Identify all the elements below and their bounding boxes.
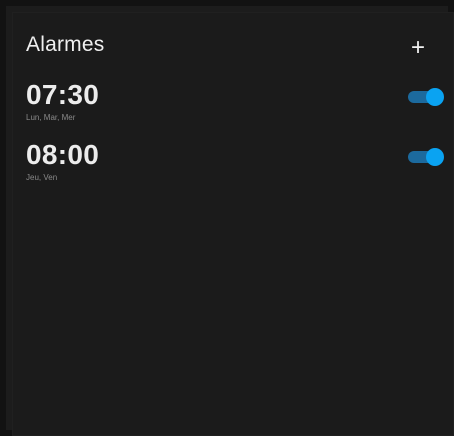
- plus-icon: +: [410, 34, 425, 61]
- alarms-panel: Alarmes + 07:30 Lun, Mar, Mer 08:00 Jeu,…: [12, 12, 454, 436]
- alarm-toggle[interactable]: [408, 148, 444, 166]
- add-alarm-button[interactable]: +: [406, 36, 430, 60]
- alarm-time: 08:00: [26, 139, 100, 170]
- alarm-toggle[interactable]: [408, 88, 444, 106]
- alarm-days: Jeu, Ven: [26, 173, 58, 182]
- app-frame: Alarmes + 07:30 Lun, Mar, Mer 08:00 Jeu,…: [0, 0, 454, 436]
- alarm-days: Lun, Mar, Mer: [26, 113, 76, 122]
- toggle-knob: [426, 88, 444, 106]
- alarm-time: 07:30: [26, 79, 100, 110]
- alarm-item[interactable]: 07:30 Lun, Mar, Mer: [26, 80, 446, 126]
- alarm-item[interactable]: 08:00 Jeu, Ven: [26, 140, 446, 186]
- toggle-knob: [426, 148, 444, 166]
- page-title: Alarmes: [26, 33, 105, 56]
